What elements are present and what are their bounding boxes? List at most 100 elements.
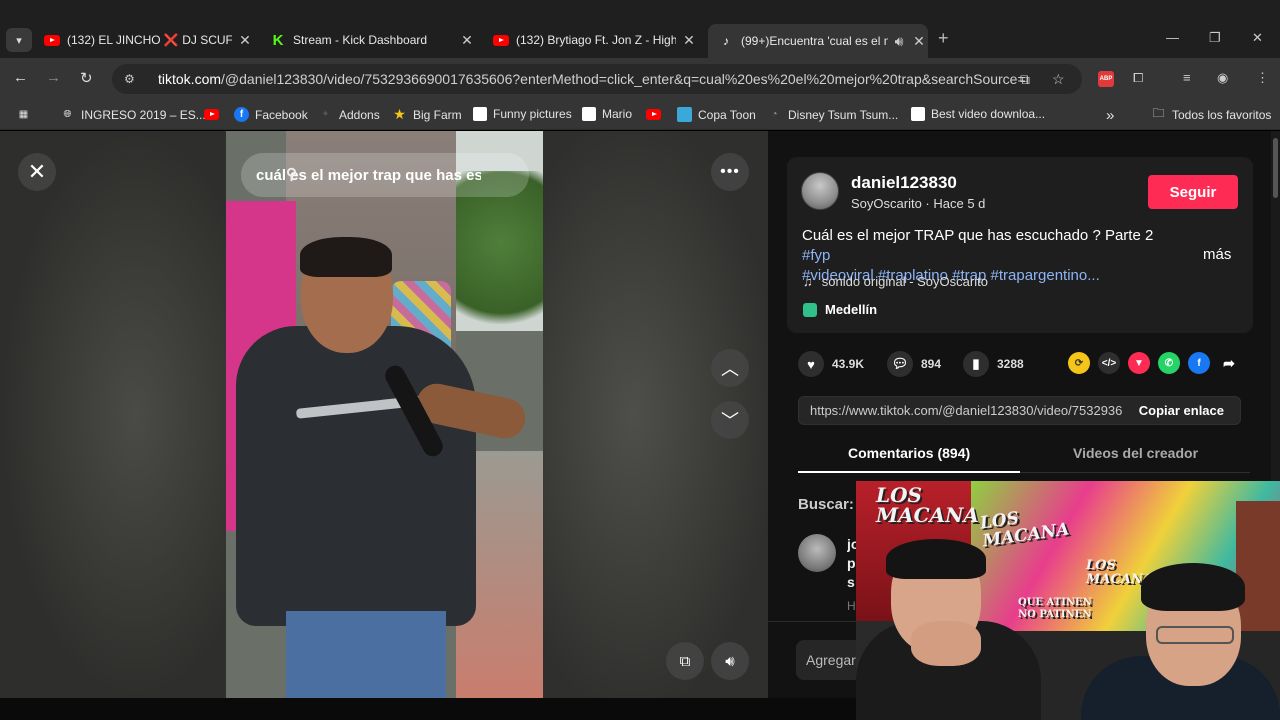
close-tab-icon[interactable]: ✕: [910, 33, 928, 50]
hashtag-link[interactable]: #fyp: [802, 247, 830, 264]
browser-tab-strip: ▾ (132) EL JINCHO ❌ DJ SCUFF ✕ K Stream …: [0, 0, 1280, 62]
like-button[interactable]: ♥ 43.9K: [798, 351, 864, 377]
send-to-friends-icon[interactable]: ▼: [1128, 352, 1150, 374]
back-arrow-icon[interactable]: ←: [13, 69, 28, 86]
youtube-icon: [204, 107, 219, 122]
bookmark-youtube-2[interactable]: [646, 107, 667, 122]
comments-tabs: Comentarios (894) Videos del creador: [798, 441, 1250, 473]
close-tab-icon[interactable]: ✕: [458, 32, 476, 49]
youtube-icon: [44, 32, 60, 48]
bookmark-funny-pictures[interactable]: Funny pictures: [473, 107, 572, 121]
tab-brytiago[interactable]: (132) Brytiago Ft. Jon Z - High ( ✕: [493, 26, 698, 54]
location-tag[interactable]: Medellín: [803, 302, 877, 317]
bookmark-facebook[interactable]: f Facebook: [234, 107, 308, 122]
tab-creator-videos[interactable]: Videos del creador: [1073, 445, 1198, 461]
share-repost-icon[interactable]: ⟳: [1068, 352, 1090, 374]
tab-el-jincho[interactable]: (132) EL JINCHO ❌ DJ SCUFF ✕: [44, 26, 254, 54]
restore-icon[interactable]: ❐: [1209, 30, 1221, 46]
more-description-button[interactable]: más: [1203, 246, 1231, 263]
previous-video-button[interactable]: ︿: [711, 349, 749, 387]
address-bar[interactable]: ⚙ tiktok.com/@daniel123830/video/7532936…: [112, 64, 1082, 94]
star-icon: ★: [393, 106, 406, 122]
whatsapp-icon[interactable]: ✆: [1158, 352, 1180, 374]
addons-icon: ✦: [321, 109, 330, 120]
bookmark-mario[interactable]: Mario: [582, 107, 632, 121]
music-link[interactable]: ♫ sonido original - SoyOscarito: [803, 274, 988, 289]
commenter-avatar[interactable]: [798, 534, 836, 572]
next-video-button[interactable]: ﹀: [711, 401, 749, 439]
apps-grid-icon[interactable]: ▦: [16, 107, 37, 122]
url-text[interactable]: tiktok.com/@daniel123830/video/753293669…: [158, 71, 1028, 87]
bookmark-icon: ▮: [963, 351, 989, 377]
bookmark-copa-toon[interactable]: Copa Toon: [677, 107, 756, 122]
poster-logo: LOS MACANA: [876, 483, 979, 527]
page-icon: [582, 107, 596, 121]
picture-in-picture-button[interactable]: ⧉: [666, 642, 704, 680]
all-bookmarks-folder[interactable]: 🗀︎ Todos los favoritos: [1151, 106, 1271, 122]
menu-kebab-icon[interactable]: ⋮: [1256, 70, 1269, 86]
bookmark-ingreso[interactable]: 🌐︎ INGRESO 2019 – ES...: [60, 107, 206, 122]
share-arrow-icon[interactable]: ➦: [1218, 352, 1240, 374]
tab-search-button[interactable]: ▾: [6, 28, 32, 52]
bookmark-youtube[interactable]: [204, 107, 225, 122]
heart-icon: ♥: [798, 351, 824, 377]
close-tab-icon[interactable]: ✕: [236, 32, 254, 49]
person-right-glasses: [1156, 626, 1234, 644]
browser-toolbar: ← → ↻ ⚙ tiktok.com/@daniel123830/video/7…: [0, 58, 1280, 100]
bookmark-disney-tsum[interactable]: ◔ Disney Tsum Tsum...: [767, 107, 898, 122]
chevron-down-icon: ▾: [16, 34, 22, 47]
author-avatar[interactable]: [801, 172, 839, 210]
new-tab-button[interactable]: +: [938, 28, 949, 49]
chevron-down-icon: ﹀: [721, 411, 739, 431]
reload-icon[interactable]: ↻: [80, 69, 93, 87]
streamer-webcam-overlay: LOS MACANA LOS MACANA LOS MACANA QUE ATI…: [856, 481, 1280, 720]
video-frame[interactable]: [226, 131, 543, 698]
disney-icon: ◔: [771, 109, 778, 120]
page-icon: [911, 107, 925, 121]
adblock-plus-icon[interactable]: ABP: [1098, 71, 1114, 87]
comment-button[interactable]: 💬︎ 894: [887, 351, 941, 377]
facebook-icon: f: [234, 107, 249, 122]
media-controls-icon[interactable]: ≡: [1183, 70, 1191, 85]
hashtag-link[interactable]: #trapargentino...: [991, 267, 1100, 284]
volume-button[interactable]: 🔊︎: [711, 642, 749, 680]
youtube-icon: [493, 32, 509, 48]
bookmarks-overflow-button[interactable]: »: [1106, 107, 1114, 124]
video-link-text[interactable]: https://www.tiktok.com/@daniel123830/vid…: [810, 403, 1122, 418]
person-left-hand: [911, 621, 981, 666]
copy-link-button[interactable]: Copiar enlace: [1139, 403, 1224, 418]
search-icon[interactable]: ⚲: [286, 165, 511, 183]
save-button[interactable]: ▮ 3288: [963, 351, 1024, 377]
bookmark-video-downloader[interactable]: Best video downloa...: [911, 107, 1045, 121]
more-options-button[interactable]: •••: [711, 153, 749, 191]
bookmark-star-icon[interactable]: ☆: [1052, 71, 1065, 88]
bookmark-big-farm[interactable]: ★ Big Farm: [392, 106, 461, 122]
speaker-icon: 🔊︎: [725, 652, 735, 670]
follow-button[interactable]: Seguir: [1148, 175, 1238, 209]
tab-tiktok-active[interactable]: ♪ (99+)Encuentra 'cual es el m 🔊︎ ✕: [708, 24, 928, 58]
scrollbar-thumb[interactable]: [1273, 138, 1278, 198]
install-app-icon[interactable]: ⧉: [1020, 71, 1030, 88]
close-tab-icon[interactable]: ✕: [680, 32, 698, 49]
speaker-icon[interactable]: 🔊︎: [892, 33, 906, 50]
globe-icon: 🌐︎: [63, 109, 72, 120]
close-video-button[interactable]: ✕: [18, 153, 56, 191]
comment-meta: H: [847, 599, 856, 613]
comment-search-label: Buscar:: [798, 496, 854, 513]
author-username[interactable]: daniel123830: [851, 173, 957, 193]
minimize-icon[interactable]: —: [1166, 30, 1179, 45]
tab-comments[interactable]: Comentarios (894): [848, 445, 970, 461]
action-bar: ♥ 43.9K 💬︎ 894 ▮ 3288 ⟳ </> ▼ ✆ f ➦: [798, 351, 1258, 377]
embed-code-icon[interactable]: </>: [1098, 352, 1120, 374]
profile-avatar-icon[interactable]: ◉: [1217, 70, 1228, 86]
video-player-area[interactable]: ✕ cuál es el mejor trap que has escuchad…: [0, 131, 768, 698]
forward-arrow-icon[interactable]: →: [46, 69, 61, 86]
facebook-share-icon[interactable]: f: [1188, 352, 1210, 374]
bookmark-addons[interactable]: ✦ Addons: [318, 107, 379, 122]
youtube-icon: [646, 107, 661, 122]
site-settings-icon[interactable]: ⚙: [124, 72, 142, 86]
video-search-input[interactable]: cuál es el mejor trap que has escuchado …: [241, 153, 529, 197]
close-window-icon[interactable]: ✕: [1252, 30, 1263, 46]
tab-kick-dashboard[interactable]: K Stream - Kick Dashboard ✕: [270, 26, 476, 54]
extensions-puzzle-icon[interactable]: ⧠: [1133, 70, 1143, 86]
